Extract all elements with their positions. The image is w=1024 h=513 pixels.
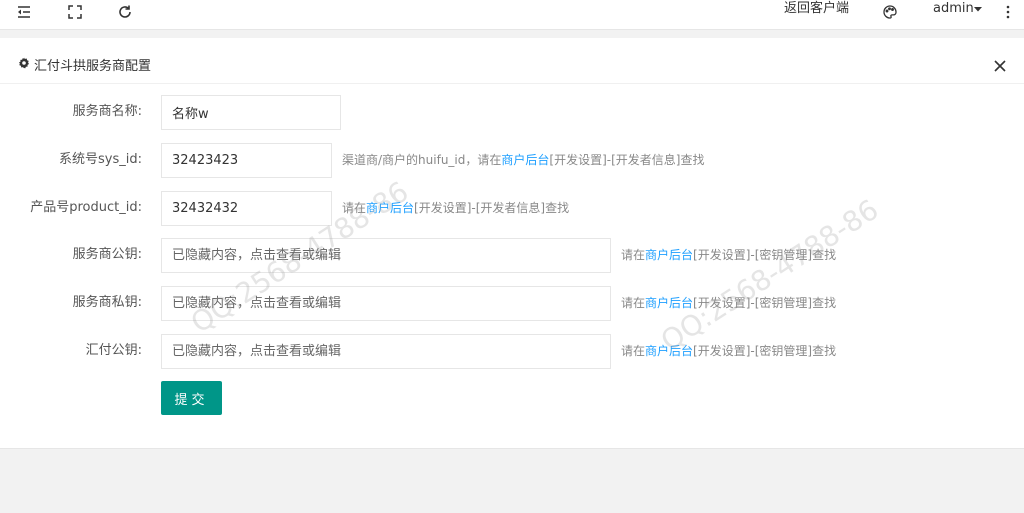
config-panel: 汇付斗拱服务商配置 服务商名称: 系统号sys_id: 渠道商/商户的huifu… xyxy=(0,38,1024,449)
form-row-huifu-public-key: 汇付公钥: 请在商户后台[开发设置]-[密钥管理]查找 xyxy=(0,334,1024,370)
private-key-input[interactable] xyxy=(161,286,611,321)
product-id-label: 产品号product_id: xyxy=(30,200,142,215)
sys-id-hint-suffix: [开发设置]-[开发者信息]查找 xyxy=(549,153,705,167)
public-key-hint: 请在商户后台[开发设置]-[密钥管理]查找 xyxy=(621,238,836,272)
fullscreen-icon[interactable] xyxy=(65,2,85,22)
public-key-merchant-link[interactable]: 商户后台 xyxy=(645,248,693,262)
form-row-private-key: 服务商私钥: 请在商户后台[开发设置]-[密钥管理]查找 xyxy=(0,286,1024,322)
palette-icon[interactable] xyxy=(880,2,900,22)
more-vertical-icon[interactable] xyxy=(998,2,1018,22)
sys-id-hint-prefix: 渠道商/商户的huifu_id，请在 xyxy=(342,153,502,167)
product-id-hint-prefix: 请在 xyxy=(342,201,367,215)
huifu-public-key-hint-suffix: [开发设置]-[密钥管理]查找 xyxy=(693,344,837,358)
caret-down-icon[interactable] xyxy=(968,0,988,19)
product-id-merchant-link[interactable]: 商户后台 xyxy=(366,201,414,215)
private-key-hint: 请在商户后台[开发设置]-[密钥管理]查找 xyxy=(621,286,836,320)
close-icon[interactable] xyxy=(990,56,1010,76)
top-bar: 返回客户端 admin xyxy=(0,0,1024,30)
public-key-hint-suffix: [开发设置]-[密钥管理]查找 xyxy=(693,248,837,262)
form-row-public-key: 服务商公钥: 请在商户后台[开发设置]-[密钥管理]查找 xyxy=(0,238,1024,274)
panel-title-text: 汇付斗拱服务商配置 xyxy=(34,59,152,74)
sys-id-merchant-link[interactable]: 商户后台 xyxy=(501,153,549,167)
huifu-public-key-hint: 请在商户后台[开发设置]-[密钥管理]查找 xyxy=(621,334,836,368)
gear-icon xyxy=(18,57,30,73)
form-row-product-id: 产品号product_id: 请在商户后台[开发设置]-[开发者信息]查找 xyxy=(0,191,1024,227)
private-key-label: 服务商私钥: xyxy=(72,295,142,310)
sys-id-hint: 渠道商/商户的huifu_id，请在商户后台[开发设置]-[开发者信息]查找 xyxy=(342,143,704,177)
top-gap xyxy=(0,30,1024,38)
back-to-client-link[interactable]: 返回客户端 xyxy=(784,1,849,17)
form-row-name: 服务商名称: xyxy=(0,95,1024,131)
huifu-public-key-hint-prefix: 请在 xyxy=(621,344,646,358)
product-id-hint: 请在商户后台[开发设置]-[开发者信息]查找 xyxy=(342,191,569,225)
name-input[interactable] xyxy=(161,95,341,130)
private-key-merchant-link[interactable]: 商户后台 xyxy=(645,296,693,310)
submit-button[interactable]: 提交 xyxy=(161,381,222,415)
sys-id-label: 系统号sys_id: xyxy=(59,152,142,167)
product-id-input[interactable] xyxy=(161,191,332,226)
huifu-public-key-label: 汇付公钥: xyxy=(85,343,142,358)
private-key-hint-suffix: [开发设置]-[密钥管理]查找 xyxy=(693,296,837,310)
product-id-hint-suffix: [开发设置]-[开发者信息]查找 xyxy=(414,201,570,215)
panel-header: 汇付斗拱服务商配置 xyxy=(0,38,1024,84)
public-key-input[interactable] xyxy=(161,238,611,273)
name-label: 服务商名称: xyxy=(72,104,142,119)
sys-id-input[interactable] xyxy=(161,143,332,178)
private-key-hint-prefix: 请在 xyxy=(621,296,646,310)
huifu-public-key-input[interactable] xyxy=(161,334,611,369)
public-key-hint-prefix: 请在 xyxy=(621,248,646,262)
menu-fold-icon[interactable] xyxy=(14,2,34,22)
huifu-public-key-merchant-link[interactable]: 商户后台 xyxy=(645,344,693,358)
public-key-label: 服务商公钥: xyxy=(72,247,142,262)
refresh-icon[interactable] xyxy=(115,2,135,22)
form-row-sys-id: 系统号sys_id: 渠道商/商户的huifu_id，请在商户后台[开发设置]-… xyxy=(0,143,1024,179)
page-title: 汇付斗拱服务商配置 xyxy=(18,55,151,74)
